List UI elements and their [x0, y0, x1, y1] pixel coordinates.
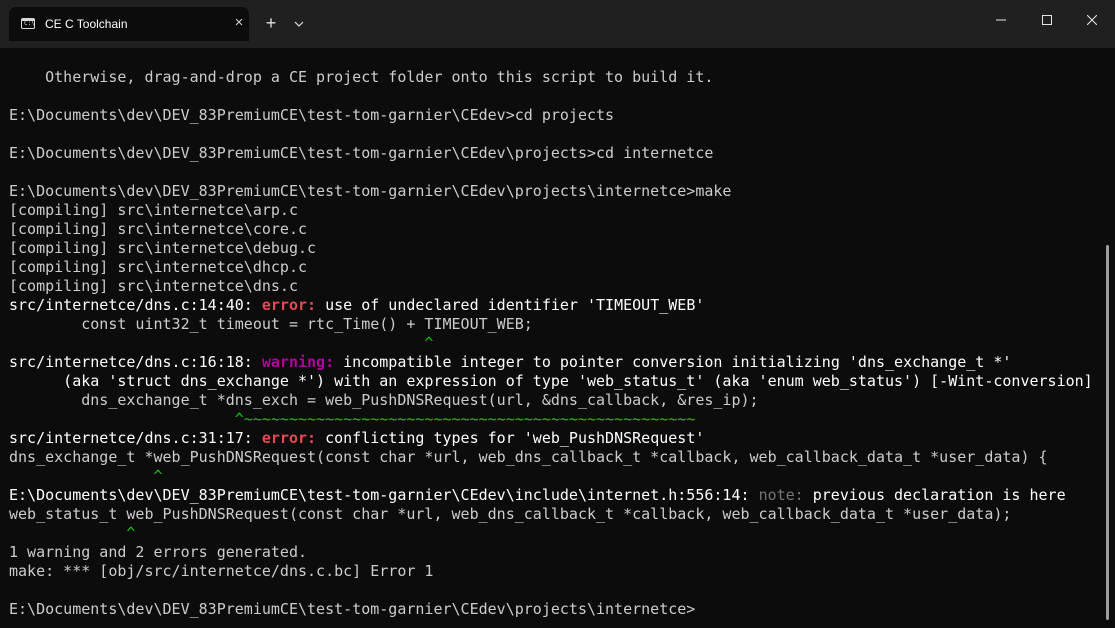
error-label: error: — [261, 296, 317, 314]
diagnostic-message: use of undeclared identifier 'TIMEOUT_WE… — [316, 296, 705, 314]
make-error: make: *** [obj/src/internetce/dns.c.bc] … — [9, 562, 434, 580]
terminal-icon: C:\ — [21, 18, 35, 29]
terminal-line: [compiling] src\internetce\debug.c — [9, 239, 317, 257]
diagnostic-error: src/internetce/dns.c:14:40: error: use o… — [9, 296, 704, 315]
diagnostic-error: src/internetce/dns.c:31:17: error: confl… — [9, 429, 704, 448]
title-bar: C:\ CE C Toolchain × + — [0, 0, 1115, 48]
error-label: error: — [261, 429, 317, 447]
terminal-line: E:\Documents\dev\DEV_83PremiumCE\test-to… — [9, 106, 615, 124]
terminal-line: E:\Documents\dev\DEV_83PremiumCE\test-to… — [9, 182, 732, 200]
diagnostic-location: src/internetce/dns.c:14:40: — [9, 296, 262, 314]
diagnostic-location: src/internetce/dns.c:31:17: — [9, 429, 262, 447]
maximize-icon — [1042, 15, 1052, 25]
diagnostic-location: E:\Documents\dev\DEV_83PremiumCE\test-to… — [9, 486, 759, 504]
caret-marker: ^~~~~~~~~~~~~~~~~~~~~~~~~~~~~~~~~~~~~~~~… — [9, 410, 696, 429]
minimize-icon — [996, 19, 1006, 21]
tab-ce-c-toolchain[interactable]: C:\ CE C Toolchain × — [9, 7, 249, 41]
terminal-line: [compiling] src\internetce\dns.c — [9, 277, 298, 295]
warning-label: warning: — [261, 353, 335, 371]
code-snippet: web_status_t web_PushDNSRequest(const ch… — [9, 505, 1012, 523]
diagnostic-message: conflicting types for 'web_PushDNSReques… — [316, 429, 705, 447]
diagnostic-note: E:\Documents\dev\DEV_83PremiumCE\test-to… — [9, 486, 1066, 505]
code-snippet: dns_exchange_t *dns_exch = web_PushDNSRe… — [9, 391, 759, 409]
close-icon[interactable]: × — [231, 15, 247, 31]
minimize-button[interactable] — [978, 0, 1024, 40]
caret-underline: ~~~~~~~~~~~~~~~~~~~~~~~~~~~~~~~~~~~~~~~~… — [243, 410, 696, 428]
note-label: note: — [758, 486, 804, 504]
caret-marker: ^ — [9, 334, 434, 352]
terminal-output[interactable]: Otherwise, drag-and-drop a CE project fo… — [0, 48, 1115, 628]
caret: ^ — [9, 410, 244, 428]
terminal-line: [compiling] src\internetce\core.c — [9, 220, 308, 238]
diagnostic-message-continued: (aka 'struct dns_exchange *') with an ex… — [9, 372, 1093, 390]
terminal-line: Otherwise, drag-and-drop a CE project fo… — [9, 68, 714, 86]
terminal-line: [compiling] src\internetce\arp.c — [9, 201, 298, 219]
window-close-icon — [1087, 15, 1097, 25]
diagnostic-message: incompatible integer to pointer conversi… — [334, 353, 1012, 371]
diagnostic-message: previous declaration is here — [803, 486, 1066, 504]
maximize-button[interactable] — [1024, 0, 1070, 40]
code-snippet: const uint32_t timeout = rtc_Time() + TI… — [9, 315, 533, 333]
plus-icon[interactable]: + — [262, 14, 280, 32]
command-prompt[interactable]: E:\Documents\dev\DEV_83PremiumCE\test-to… — [9, 600, 695, 619]
tab-title: CE C Toolchain — [45, 17, 128, 31]
scrollbar[interactable] — [1106, 245, 1109, 620]
diagnostic-location: src/internetce/dns.c:16:18: — [9, 353, 262, 371]
close-window-button[interactable] — [1069, 0, 1115, 40]
build-summary: 1 warning and 2 errors generated. — [9, 543, 308, 561]
chevron-down-icon[interactable] — [291, 14, 307, 32]
code-snippet: dns_exchange_t *web_PushDNSRequest(const… — [9, 448, 1048, 466]
terminal-line: [compiling] src\internetce\dhcp.c — [9, 258, 308, 276]
terminal-line: E:\Documents\dev\DEV_83PremiumCE\test-to… — [9, 144, 714, 162]
caret-marker: ^ — [9, 467, 163, 485]
caret-marker: ^ — [9, 524, 136, 542]
diagnostic-warning: src/internetce/dns.c:16:18: warning: inc… — [9, 353, 1011, 372]
